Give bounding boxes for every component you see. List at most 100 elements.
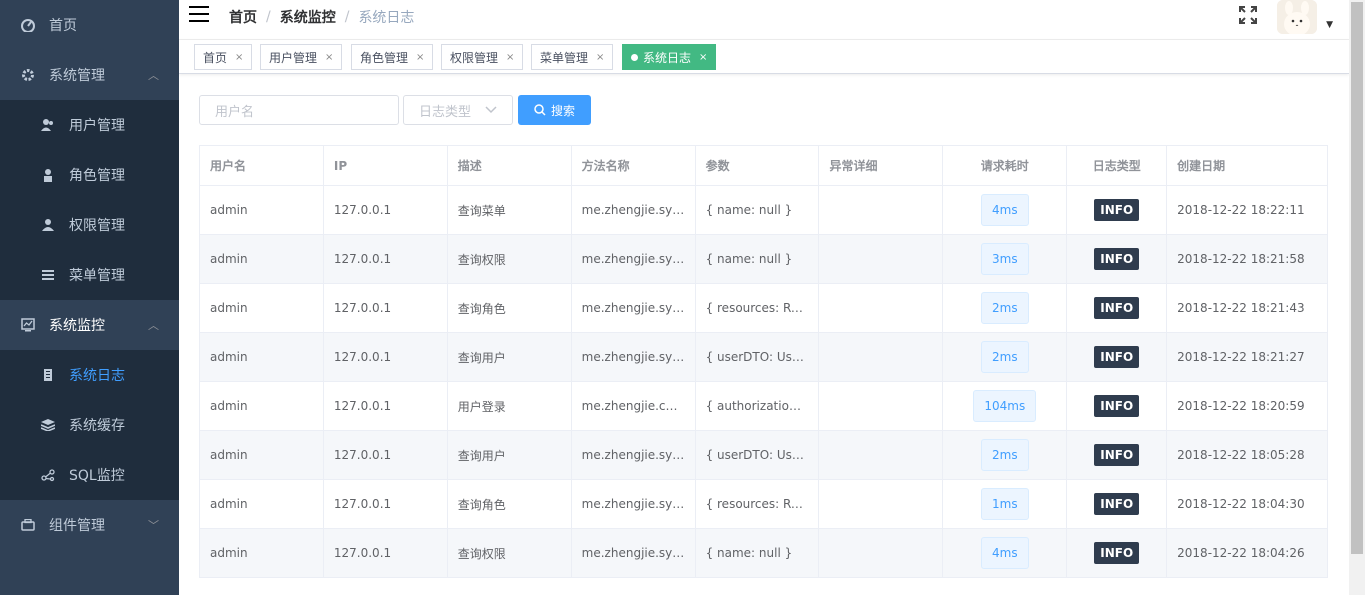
- cell-text: 用户登录: [457, 399, 506, 414]
- tag-label: 首页: [203, 50, 228, 65]
- scrollbar-thumb[interactable]: [1351, 2, 1363, 554]
- cell-text: 127.0.0.1: [333, 399, 392, 413]
- avatar[interactable]: [1277, 0, 1317, 34]
- table-cell: 2018-12-22 18:21:43: [1167, 284, 1328, 332]
- main-content: 用户名 日志类型 搜索 用户名 IP 描述 方法名称 参数 异常详细 请求耗时 …: [179, 75, 1349, 595]
- tag-label: 角色管理: [360, 50, 409, 65]
- table-cell: me.zhengjie.system.rest.PermissionContro…: [572, 529, 696, 577]
- log-type-tag: INFO: [1094, 346, 1140, 368]
- hamburger-icon[interactable]: [189, 6, 209, 22]
- cell-text: { name: null }: [705, 546, 793, 560]
- table-cell: admin: [200, 431, 324, 479]
- column-header[interactable]: 描述: [448, 146, 572, 185]
- column-header[interactable]: 请求耗时: [943, 146, 1068, 185]
- sidebar-item-component-management[interactable]: 组件管理 ﹀: [0, 500, 179, 550]
- close-icon[interactable]: ×: [506, 52, 514, 63]
- tag-system-log[interactable]: 系统日志 ×: [622, 44, 717, 70]
- username-placeholder: 用户名: [215, 104, 255, 120]
- table-cell: me.zhengjie.system.rest.RoleController.g…: [572, 480, 696, 528]
- cell-text: admin: [210, 448, 248, 462]
- column-header[interactable]: 异常详细: [819, 146, 944, 185]
- sidebar: 首页 系统管理 ︿ 用户管理 角色管理 权限管理 菜单管理 系统监控 ︿ 系统日…: [0, 0, 179, 595]
- close-icon[interactable]: ×: [596, 52, 604, 63]
- sidebar-item-permissions[interactable]: 权限管理: [0, 200, 179, 250]
- cell-text: 2018-12-22 18:04:30: [1177, 497, 1305, 511]
- gear-icon: [20, 67, 36, 83]
- cell-text: admin: [210, 301, 248, 315]
- breadcrumb-item: 系统日志: [358, 10, 415, 26]
- caret-down-icon[interactable]: ▼: [1326, 20, 1333, 30]
- cell-text: 查询用户: [457, 448, 506, 463]
- cell-text: 127.0.0.1: [333, 497, 392, 511]
- sidebar-item-roles[interactable]: 角色管理: [0, 150, 179, 200]
- table-cell: [819, 431, 944, 479]
- cell-text: 127.0.0.1: [333, 546, 392, 560]
- log-icon: [40, 367, 56, 383]
- filter-bar: 用户名 日志类型 搜索: [199, 95, 591, 125]
- cell-text: 127.0.0.1: [333, 203, 392, 217]
- table-cell: me.zhengjie.system.rest.PermissionContro…: [572, 235, 696, 283]
- search-button[interactable]: 搜索: [518, 95, 591, 125]
- sidebar-item-label: 菜单管理: [69, 268, 125, 284]
- table-cell: 2018-12-22 18:21:58: [1167, 235, 1328, 283]
- sidebar-item-system-cache[interactable]: 系统缓存: [0, 400, 179, 450]
- cell-text: 127.0.0.1: [333, 301, 392, 315]
- username-input[interactable]: 用户名: [199, 95, 399, 125]
- cell-text: 查询角色: [457, 497, 506, 512]
- permission-icon: [40, 217, 56, 233]
- close-icon[interactable]: ×: [416, 52, 424, 63]
- sidebar-item-home[interactable]: 首页: [0, 0, 179, 50]
- monitor-icon: [20, 317, 36, 333]
- scrollbar[interactable]: [1349, 0, 1365, 595]
- log-type-select[interactable]: 日志类型: [403, 95, 513, 125]
- cell-text: 查询权限: [457, 252, 506, 267]
- search-button-label: 搜索: [550, 103, 575, 118]
- tag-user-management[interactable]: 用户管理 ×: [260, 44, 343, 70]
- sidebar-item-users[interactable]: 用户管理: [0, 100, 179, 150]
- table-cell: 4ms: [943, 186, 1068, 234]
- table-cell: 104ms: [943, 382, 1068, 430]
- fullscreen-icon[interactable]: [1239, 6, 1257, 24]
- log-type-tag: INFO: [1094, 248, 1140, 270]
- component-icon: [20, 517, 36, 533]
- close-icon[interactable]: ×: [699, 52, 707, 63]
- sidebar-item-system-management[interactable]: 系统管理 ︿: [0, 50, 179, 100]
- navbar: 首页 / 系统监控 / 系统日志 ▼: [179, 0, 1349, 40]
- sidebar-item-system-monitor[interactable]: 系统监控 ︿: [0, 300, 179, 350]
- log-type-tag: INFO: [1094, 444, 1140, 466]
- breadcrumb-item[interactable]: 系统监控: [280, 7, 336, 27]
- cell-text: { userDTO: UserDTO }: [705, 448, 809, 462]
- column-header[interactable]: 创建日期: [1167, 146, 1328, 185]
- cell-text: me.zhengjie.system.rest.PermissionContro…: [581, 252, 685, 266]
- tag-permission-management[interactable]: 权限管理 ×: [441, 44, 524, 70]
- dashboard-icon: [20, 17, 36, 33]
- table-cell: 1ms: [943, 480, 1068, 528]
- tag-role-management[interactable]: 角色管理 ×: [351, 44, 434, 70]
- column-header[interactable]: IP: [324, 146, 448, 185]
- sidebar-item-label: 系统管理: [49, 68, 105, 84]
- column-header[interactable]: 参数: [696, 146, 820, 185]
- table-cell: 127.0.0.1: [324, 529, 448, 577]
- close-icon[interactable]: ×: [235, 52, 243, 63]
- close-icon[interactable]: ×: [325, 52, 333, 63]
- cell-text: 查询菜单: [457, 203, 506, 218]
- cell-text: { name: null }: [705, 252, 793, 266]
- log-type-tag: INFO: [1094, 297, 1140, 319]
- breadcrumb-item[interactable]: 首页: [229, 7, 257, 27]
- cell-text: admin: [210, 252, 248, 266]
- cell-text: 2018-12-22 18:21:27: [1177, 350, 1305, 364]
- column-header[interactable]: 用户名: [200, 146, 324, 185]
- column-header[interactable]: 方法名称: [572, 146, 696, 185]
- tag-home[interactable]: 首页 ×: [194, 44, 253, 70]
- cell-text: admin: [210, 399, 248, 413]
- table-cell: 127.0.0.1: [324, 186, 448, 234]
- sidebar-item-sql-monitor[interactable]: SQL监控: [0, 450, 179, 500]
- cell-text: admin: [210, 350, 248, 364]
- sidebar-item-system-log[interactable]: 系统日志: [0, 350, 179, 400]
- cell-text: { resources: RoleDTO }: [705, 301, 809, 315]
- column-header[interactable]: 日志类型: [1067, 146, 1168, 185]
- sidebar-item-menus[interactable]: 菜单管理: [0, 250, 179, 300]
- tag-menu-management[interactable]: 菜单管理 ×: [531, 44, 614, 70]
- duration-tag: 2ms: [981, 341, 1029, 373]
- table-cell: 127.0.0.1: [324, 235, 448, 283]
